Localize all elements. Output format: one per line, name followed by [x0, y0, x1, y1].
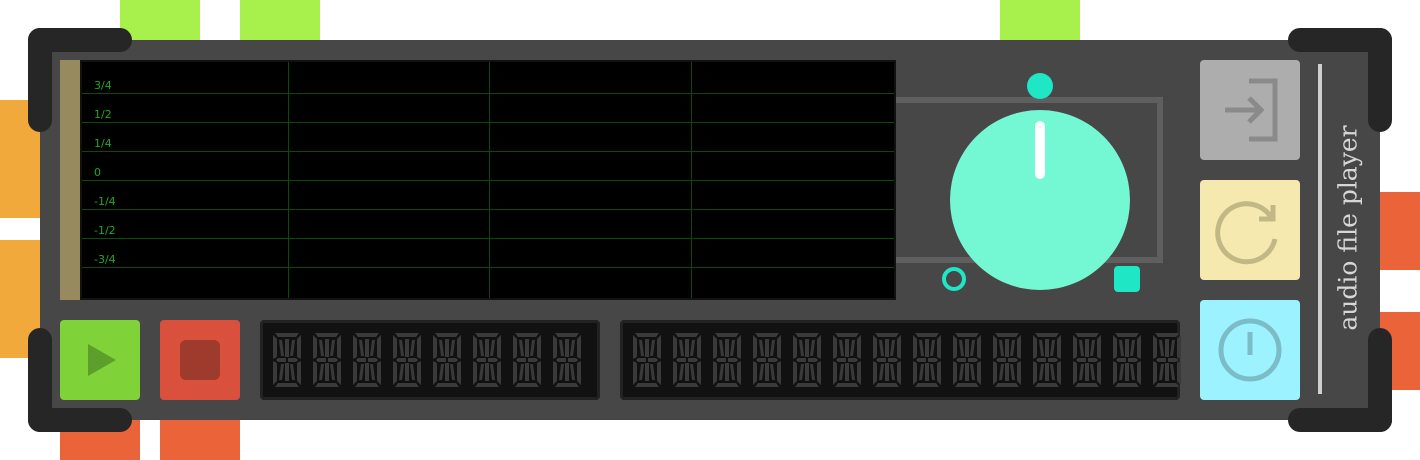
grid-line [82, 180, 894, 181]
position-display [260, 320, 600, 400]
segment-digit [269, 330, 305, 390]
grid-line [82, 122, 894, 123]
segment-digit [789, 330, 825, 390]
grid-line [82, 151, 894, 152]
side-divider [1318, 64, 1322, 394]
grid-line [82, 267, 894, 268]
segment-digit [1109, 330, 1145, 390]
segment-digit [629, 330, 665, 390]
segment-digit [749, 330, 785, 390]
port-bottom-2[interactable] [160, 418, 240, 460]
stop-icon [180, 340, 220, 380]
segment-digit [709, 330, 745, 390]
segment-digit [309, 330, 345, 390]
gain-knob[interactable] [950, 110, 1130, 290]
knob-max-marker [1114, 266, 1140, 292]
scope-scrollbar[interactable] [60, 60, 80, 300]
scope-y-label: 3/4 [94, 79, 112, 92]
segment-digit [349, 330, 385, 390]
stop-button[interactable] [160, 320, 240, 400]
segment-digit [1149, 330, 1185, 390]
oscilloscope-display: 3/4 1/2 1/4 0 -1/4 -1/2 -3/4 [80, 60, 896, 300]
segment-digit [669, 330, 705, 390]
grid-line [82, 238, 894, 239]
segment-digit [1069, 330, 1105, 390]
play-icon [88, 344, 116, 376]
module-title: audio file player [1333, 125, 1363, 331]
scope-y-label: 0 [94, 166, 101, 179]
segment-digit [429, 330, 465, 390]
segment-digit [549, 330, 585, 390]
segment-digit [1029, 330, 1065, 390]
segment-digit [989, 330, 1025, 390]
port-top-2[interactable] [240, 0, 320, 42]
scope-y-label: 1/4 [94, 137, 112, 150]
knob-min-marker [942, 267, 966, 291]
segment-digit [389, 330, 425, 390]
scope-y-label: -1/4 [94, 195, 116, 208]
gain-knob-assembly [896, 73, 1163, 292]
segment-digit [869, 330, 905, 390]
port-top-1[interactable] [120, 0, 200, 42]
power-button[interactable] [1200, 300, 1300, 400]
load-file-button[interactable] [1200, 60, 1300, 160]
grid-line [82, 93, 894, 94]
grid-line [82, 209, 894, 210]
grid-line [489, 62, 490, 298]
play-button[interactable] [60, 320, 140, 400]
knob-indicator-dot [1027, 73, 1053, 99]
grid-line [288, 62, 289, 298]
loop-button[interactable] [1200, 180, 1300, 280]
segment-digit [829, 330, 865, 390]
loop-icon [1215, 201, 1278, 265]
segment-digit [509, 330, 545, 390]
grid-line [691, 62, 692, 298]
segment-digit [949, 330, 985, 390]
scope-y-label: 1/2 [94, 108, 112, 121]
segment-digit [469, 330, 505, 390]
enter-icon [1225, 78, 1278, 142]
filename-display [620, 320, 1181, 400]
port-top-3[interactable] [1000, 0, 1080, 42]
scope-y-label: -1/2 [94, 224, 116, 237]
power-icon [1218, 318, 1282, 382]
scope-y-label: -3/4 [94, 253, 116, 266]
port-right-1[interactable] [1378, 192, 1420, 270]
segment-digit [909, 330, 945, 390]
